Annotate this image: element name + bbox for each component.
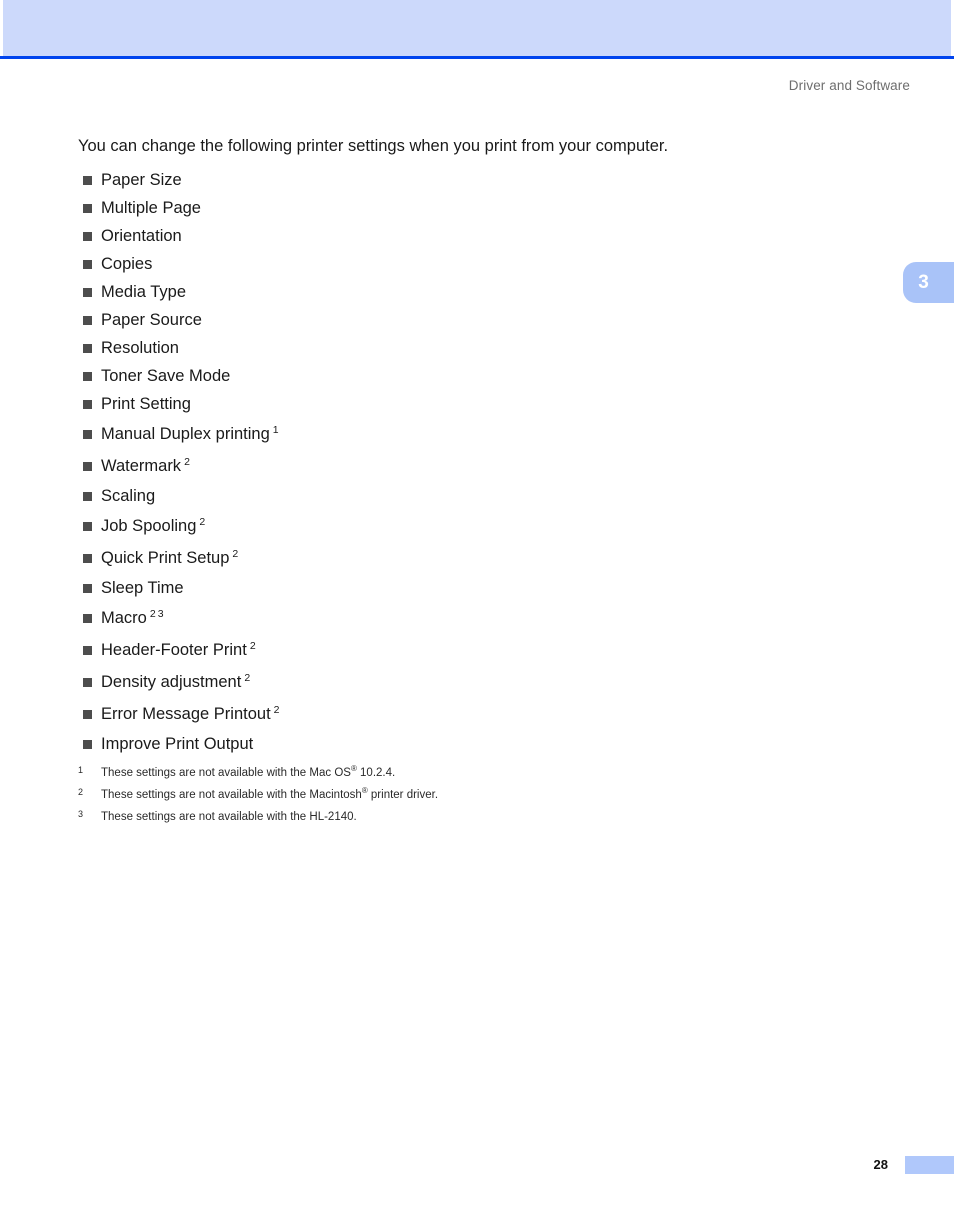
footnote-reference: 2 xyxy=(232,547,239,560)
list-item: Paper Size xyxy=(78,166,878,194)
footnote-text-tail: 10.2.4. xyxy=(356,767,396,779)
list-item: Copies xyxy=(78,250,878,278)
list-item-label: Media Type xyxy=(101,283,186,301)
footnote-marker: 1 xyxy=(78,765,84,775)
footnote-reference: 3 xyxy=(157,607,164,620)
list-item-label: Print Setting xyxy=(101,395,191,413)
list-item-label: Quick Print Setup xyxy=(101,549,230,567)
list-item: Multiple Page xyxy=(78,194,878,222)
bullet-square-icon xyxy=(83,176,92,185)
list-item-label: Scaling xyxy=(101,487,156,505)
bullet-square-icon xyxy=(83,710,92,719)
list-item-label: Macro xyxy=(101,609,147,627)
list-item-label: Job Spooling xyxy=(101,517,197,535)
footnote-text: These settings are not available with th… xyxy=(101,767,351,779)
list-item-label: Resolution xyxy=(101,339,179,357)
list-item-label: Sleep Time xyxy=(101,579,184,597)
chapter-tab: 3 xyxy=(903,262,954,303)
list-item: Print Setting xyxy=(78,390,878,418)
bullet-square-icon xyxy=(83,462,92,471)
list-item-label: Paper Size xyxy=(101,171,182,189)
list-item: Density adjustment 2 xyxy=(78,666,878,698)
list-item-label: Copies xyxy=(101,255,153,273)
list-item: Watermark 2 xyxy=(78,450,878,482)
footnote-reference: 2 xyxy=(249,639,256,652)
footnote-marker: 2 xyxy=(78,787,84,797)
list-item-label: Header-Footer Print xyxy=(101,641,247,659)
list-item: Paper Source xyxy=(78,306,878,334)
footnote: 3 These settings are not available with t… xyxy=(78,806,858,828)
bullet-square-icon xyxy=(83,522,92,531)
list-item: Macro 2 3 xyxy=(78,602,878,634)
footnote: 2 These settings are not available with t… xyxy=(78,784,858,806)
bullet-square-icon xyxy=(83,344,92,353)
list-item: Orientation xyxy=(78,222,878,250)
bullet-square-icon xyxy=(83,646,92,655)
bullet-square-icon xyxy=(83,614,92,623)
list-item: Quick Print Setup 2 xyxy=(78,542,878,574)
footnote-reference: 1 xyxy=(272,423,279,436)
footer-accent-bar xyxy=(905,1156,954,1174)
footnote-reference: 2 xyxy=(273,703,280,716)
list-item: Job Spooling 2 xyxy=(78,510,878,542)
list-item: Manual Duplex printing 1 xyxy=(78,418,878,450)
list-item-label: Improve Print Output xyxy=(101,735,254,753)
bullet-square-icon xyxy=(83,232,92,241)
bullet-square-icon xyxy=(83,492,92,501)
footnote-text: These settings are not available with th… xyxy=(101,789,362,801)
printer-settings-list: Paper Size Multiple Page Orientation Copies… xyxy=(78,166,878,758)
footnote-text-tail: printer driver. xyxy=(367,789,439,801)
footnote-reference: 2 xyxy=(184,455,190,468)
footnotes-block: 1 These settings are not available with t… xyxy=(78,762,858,828)
footnote: 1 These settings are not available with t… xyxy=(78,762,858,784)
footnote-reference: 2 xyxy=(244,671,251,684)
footnote-marker: 3 xyxy=(78,809,84,819)
list-item-label: Manual Duplex printing xyxy=(101,425,270,443)
bullet-square-icon xyxy=(83,316,92,325)
list-item-label: Multiple Page xyxy=(101,199,201,217)
bullet-square-icon xyxy=(83,584,92,593)
list-item: Improve Print Output xyxy=(78,730,878,758)
bullet-square-icon xyxy=(83,400,92,409)
intro-paragraph: You can change the following printer set… xyxy=(78,137,669,155)
list-item: Resolution xyxy=(78,334,878,362)
footnote-text: These settings are not available with th… xyxy=(101,811,357,823)
header-rule-divider xyxy=(0,56,954,59)
list-item-label: Watermark xyxy=(101,457,182,475)
list-item-label: Density adjustment xyxy=(101,673,242,691)
list-item-label: Error Message Printout xyxy=(101,705,271,723)
page-number: 28 xyxy=(873,1157,888,1172)
footnote-reference: 2 xyxy=(149,607,156,620)
bullet-square-icon xyxy=(83,204,92,213)
bullet-square-icon xyxy=(83,678,92,687)
list-item: Scaling xyxy=(78,482,878,510)
list-item-label: Orientation xyxy=(101,227,182,245)
page-content: You can change the following printer set… xyxy=(78,134,878,758)
header-banner xyxy=(3,0,951,56)
bullet-square-icon xyxy=(83,288,92,297)
list-item: Toner Save Mode xyxy=(78,362,878,390)
list-item-label: Toner Save Mode xyxy=(101,367,231,385)
bullet-square-icon xyxy=(83,740,92,749)
list-item-label: Paper Source xyxy=(101,311,202,329)
list-item: Sleep Time xyxy=(78,574,878,602)
footnote-reference: 2 xyxy=(199,515,206,528)
list-item: Header-Footer Print 2 xyxy=(78,634,878,666)
running-head: Driver and Software xyxy=(788,78,910,93)
list-item: Error Message Printout 2 xyxy=(78,698,878,730)
bullet-square-icon xyxy=(83,430,92,439)
bullet-square-icon xyxy=(83,372,92,381)
chapter-tab-number: 3 xyxy=(918,272,929,293)
list-item: Media Type xyxy=(78,278,878,306)
bullet-square-icon xyxy=(83,554,92,563)
bullet-square-icon xyxy=(83,260,92,269)
